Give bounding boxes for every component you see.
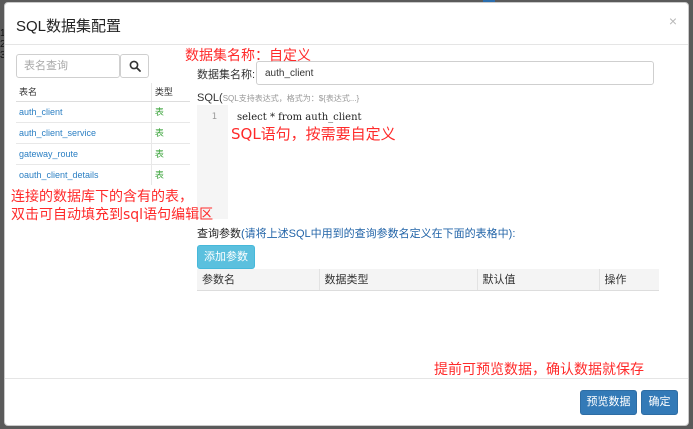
sql-label: SQL(SQL支持表达式，格式为：${表达式...} (197, 92, 359, 104)
dataset-name-label: 数据集名称: (197, 69, 256, 81)
confirm-button[interactable]: 确定 (641, 390, 678, 415)
add-param-button[interactable]: 添加参数 (197, 245, 255, 269)
table-name-cell[interactable]: auth_client_service (16, 121, 152, 143)
search-button[interactable] (120, 54, 149, 78)
column-header-default-value: 默认值 (476, 269, 599, 291)
table-row[interactable]: gateway_route 表 (16, 142, 190, 164)
sql-code-line[interactable]: select * from auth_client (237, 112, 362, 123)
column-header-table-name: 表名 (16, 83, 152, 102)
close-icon[interactable]: × (669, 13, 677, 29)
modal-header: SQL数据集配置 × (5, 3, 688, 45)
sql-editor-gutter: 1 (197, 105, 228, 219)
annotation-tables-line1: 连接的数据库下的含有的表， (11, 189, 193, 205)
table-list: 表名 类型 auth_client 表 auth_client_service … (16, 83, 190, 185)
sql-label-text: SQL( (197, 92, 223, 104)
column-header-param-name: 参数名 (197, 269, 319, 291)
table-type-cell: 表 (150, 163, 190, 185)
table-type-cell: 表 (150, 121, 190, 143)
table-search-input[interactable] (16, 54, 120, 78)
sql-hint: SQL支持表达式，格式为：${表达式...} (222, 94, 360, 103)
table-row[interactable]: oauth_client_details 表 (16, 163, 190, 185)
line-number: 1 (211, 112, 217, 122)
sql-dataset-modal: SQL数据集配置 × 表名 类型 auth_client 表 auth_clie… (4, 2, 689, 426)
annotation-sql: SQL语句，按需要自定义 (231, 125, 396, 143)
params-table: 参数名 数据类型 默认值 操作 (197, 269, 659, 291)
table-list-header: 表名 类型 (16, 83, 190, 102)
column-header-type: 类型 (150, 83, 190, 102)
query-params-label: 查询参数 (197, 228, 241, 240)
table-name-cell[interactable]: auth_client (16, 100, 152, 122)
table-name-cell[interactable]: oauth_client_details (16, 163, 152, 185)
modal-title: SQL数据集配置 (16, 18, 122, 35)
annotation-dataset-name: 数据集名称：自定义 (185, 48, 311, 64)
sql-editor[interactable]: 1 select * from auth_client (197, 105, 655, 219)
annotation-tables-line2: 双击可自动填充到sql语句编辑区 (11, 207, 214, 223)
table-type-cell: 表 (150, 142, 190, 164)
preview-data-button[interactable]: 预览数据 (580, 390, 637, 415)
table-name-cell[interactable]: gateway_route (16, 142, 152, 164)
query-params-hint: (请将上述SQL中用到的查询参数名定义在下面的表格中): (241, 228, 516, 240)
column-header-actions: 操作 (598, 269, 659, 291)
table-row[interactable]: auth_client_service 表 (16, 121, 190, 143)
params-table-header: 参数名 数据类型 默认值 操作 (197, 269, 659, 291)
table-type-cell: 表 (150, 100, 190, 122)
annotation-preview: 提前可预览数据，确认数据就保存 (434, 362, 644, 378)
table-row[interactable]: auth_client 表 (16, 100, 190, 122)
column-header-data-type: 数据类型 (318, 269, 477, 291)
modal-footer: 预览数据 确定 (5, 378, 688, 427)
search-icon (129, 60, 141, 72)
dataset-name-input[interactable] (256, 61, 654, 85)
query-params-title: 查询参数(请将上述SQL中用到的查询参数名定义在下面的表格中): (197, 225, 515, 241)
